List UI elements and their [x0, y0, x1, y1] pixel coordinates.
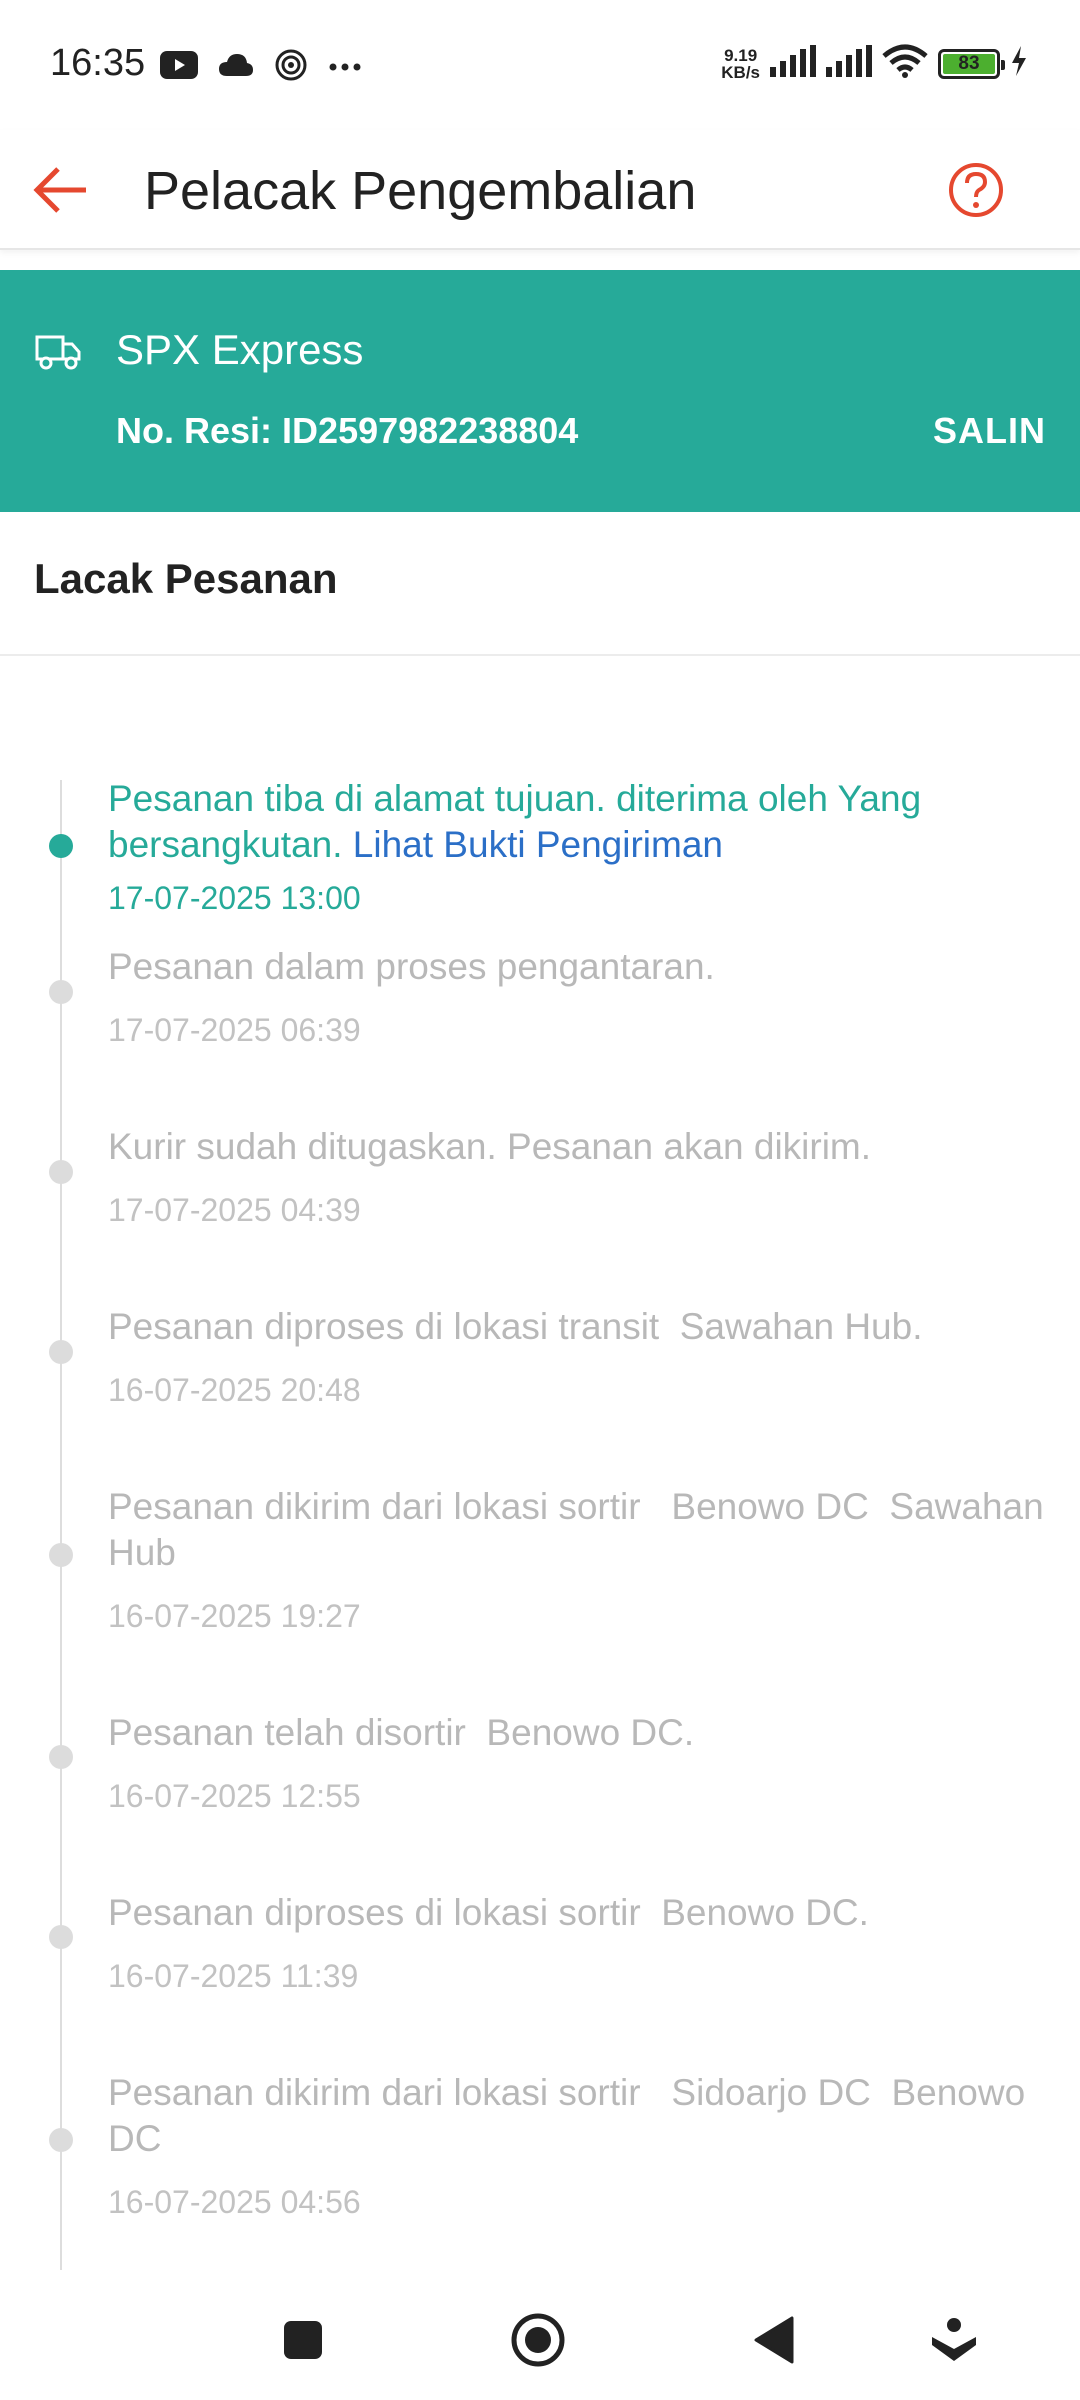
youtube-icon	[160, 51, 198, 84]
status-left-icons	[160, 48, 362, 87]
timeline-time: 16-07-2025 20:48	[108, 1372, 361, 1408]
assistant-icon	[932, 2318, 976, 2361]
back-arrow-icon	[33, 167, 86, 213]
timeline-dot	[49, 980, 73, 1004]
section-title: Lacak Pesanan	[34, 555, 338, 602]
spiral-icon	[274, 48, 308, 87]
timeline-text: Pesanan dalam proses pengantaran.	[108, 946, 715, 987]
wifi-icon	[882, 44, 928, 83]
recents-button[interactable]	[273, 2310, 333, 2370]
charging-icon	[1010, 46, 1028, 81]
help-icon	[949, 163, 1003, 217]
courier-name: SPX Express	[116, 326, 364, 373]
tracking-number-row: No. Resi: ID2597982238804	[116, 410, 578, 452]
divider	[0, 654, 1080, 656]
assistant-button[interactable]	[924, 2310, 984, 2370]
tracking-number: ID2597982238804	[282, 410, 579, 451]
timeline-text: Pesanan diproses di lokasi sortir Benowo…	[108, 1892, 869, 1933]
timeline-dot	[49, 1745, 73, 1769]
timeline-time: 16-07-2025 12:55	[108, 1778, 361, 1814]
timeline-time: 16-07-2025 04:56	[108, 2184, 361, 2220]
back-nav-button[interactable]	[744, 2310, 804, 2370]
timeline-dot	[49, 834, 73, 858]
timeline-text: Pesanan tiba di alamat tujuan. diterima …	[108, 778, 932, 865]
timeline-text: Pesanan dikirim dari lokasi sortir Benow…	[108, 1486, 1054, 1573]
timeline-dot	[49, 1160, 73, 1184]
status-bar: 16:35 9.19 KB/s 83	[0, 0, 1080, 130]
timeline-dot	[49, 1925, 73, 1949]
page-title: Pelacak Pengembalian	[144, 161, 697, 221]
timeline-dot	[49, 1340, 73, 1364]
timeline-text: Pesanan diproses di lokasi transit Sawah…	[108, 1306, 923, 1347]
timeline-time: 17-07-2025 06:39	[108, 1012, 361, 1048]
tracking-number-label: No. Resi:	[116, 410, 273, 451]
status-right-icons: 9.19 KB/s 83	[721, 44, 1028, 83]
app-header: Pelacak Pengembalian	[0, 130, 1080, 250]
battery-level: 83	[943, 53, 995, 74]
home-button[interactable]	[508, 2310, 568, 2370]
status-time: 16:35	[50, 42, 146, 84]
timeline-text: Kurir sudah ditugaskan. Pesanan akan dik…	[108, 1126, 872, 1167]
home-circle-icon	[511, 2313, 565, 2367]
timeline-time: 17-07-2025 04:39	[108, 1192, 361, 1228]
network-speed: 9.19 KB/s	[721, 45, 760, 82]
signal-icon	[770, 45, 816, 82]
help-button[interactable]	[936, 150, 1016, 230]
timeline-time: 16-07-2025 19:27	[108, 1598, 361, 1634]
battery-icon: 83	[938, 48, 1005, 79]
timeline-time: 17-07-2025 13:00	[108, 880, 361, 916]
copy-button[interactable]: SALIN	[933, 410, 1046, 452]
courier-card: SPX Express No. Resi: ID2597982238804 SA…	[0, 270, 1080, 512]
back-button[interactable]	[30, 155, 100, 225]
more-dots-icon	[328, 59, 362, 77]
signal-icon	[826, 45, 872, 82]
truck-icon	[34, 332, 82, 377]
cloud-icon	[218, 52, 254, 83]
timeline-time: 16-07-2025 11:39	[108, 1958, 359, 1994]
timeline-text: Pesanan dikirim dari lokasi sortir Sidoa…	[108, 2072, 1036, 2159]
recents-square-icon	[284, 2321, 322, 2359]
timeline-dot	[49, 1543, 73, 1567]
proof-of-delivery-link[interactable]: Lihat Bukti Pengiriman	[353, 824, 723, 865]
timeline-dot	[49, 2128, 73, 2152]
back-triangle-icon	[754, 2316, 794, 2364]
system-nav-bar	[0, 2270, 1080, 2400]
timeline-text: Pesanan telah disortir Benowo DC.	[108, 1712, 695, 1753]
tracking-timeline: Pesanan tiba di alamat tujuan. diterima …	[0, 660, 1080, 2270]
